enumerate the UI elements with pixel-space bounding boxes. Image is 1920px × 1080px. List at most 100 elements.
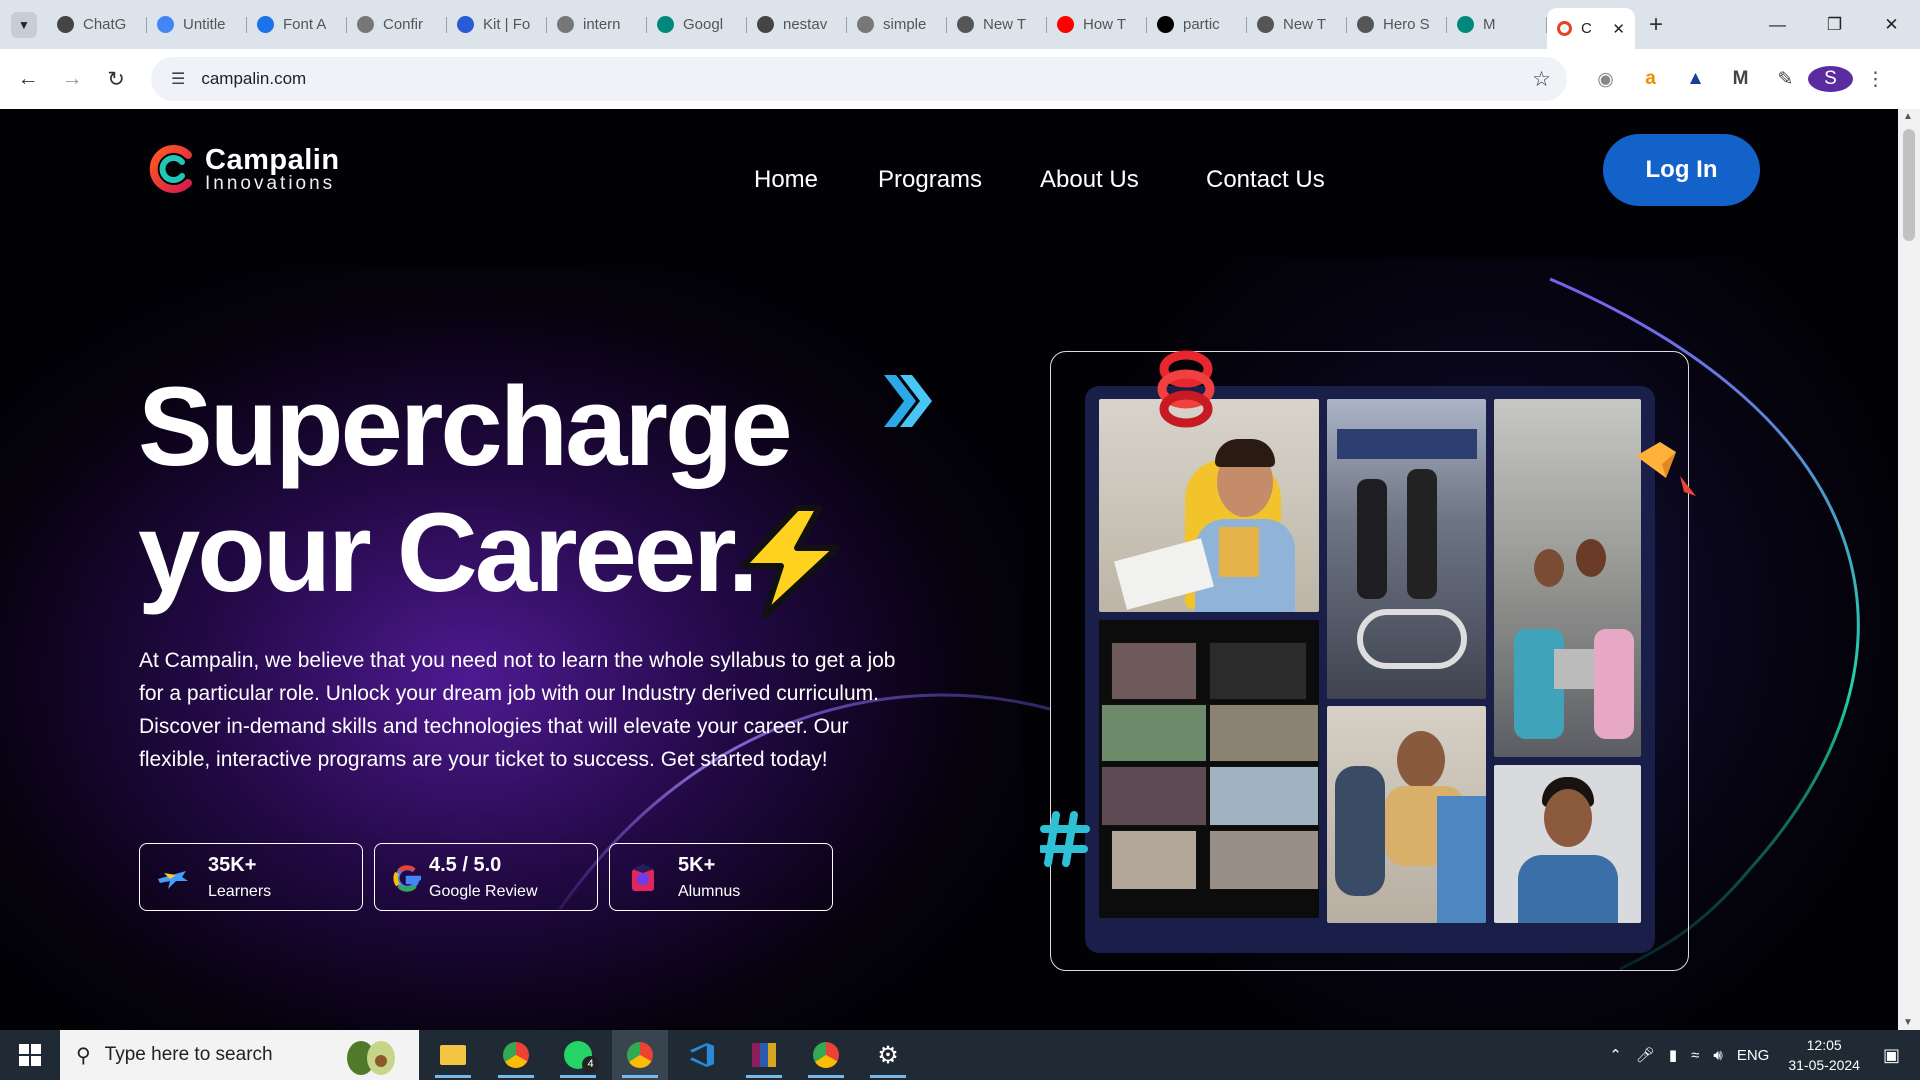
airplane-icon xyxy=(158,871,188,889)
browser-tab[interactable]: nestav xyxy=(747,8,847,42)
whatsapp-badge: 4 xyxy=(582,1056,599,1073)
description-line: Discover in-demand skills and technologi… xyxy=(139,715,849,738)
menu-kebab-icon[interactable]: ⋮ xyxy=(1853,68,1898,91)
nav-contact-us[interactable]: Contact Us xyxy=(1206,166,1325,194)
double-chevron-icon xyxy=(884,375,932,427)
site-logo[interactable]: Campalin Innovations xyxy=(148,145,340,193)
browser-tab[interactable]: ChatG xyxy=(47,8,147,42)
scrollbar-thumb[interactable] xyxy=(1903,129,1915,241)
meet-icon xyxy=(657,16,674,33)
url-text: campalin.com xyxy=(201,69,307,88)
scroll-up-icon[interactable]: ▲ xyxy=(1903,111,1913,122)
person-shape xyxy=(1437,796,1486,923)
language-indicator[interactable]: ENG xyxy=(1737,1047,1770,1064)
stat-label: Google Review xyxy=(429,883,538,900)
tab-title: New T xyxy=(1283,16,1327,33)
browser-tab[interactable]: New T xyxy=(1247,8,1347,42)
person-shape xyxy=(1357,479,1387,599)
amazon-extension-icon[interactable]: a xyxy=(1628,68,1673,90)
scroll-down-icon[interactable]: ▼ xyxy=(1903,1017,1913,1028)
tab-active[interactable]: C ✕ xyxy=(1547,8,1635,49)
chatgpt-icon xyxy=(757,16,774,33)
battery-icon[interactable]: ▮ xyxy=(1669,1046,1677,1064)
tab-title: Font A xyxy=(283,16,327,33)
site-info-icon[interactable]: ☰ xyxy=(171,69,185,89)
minimize-icon[interactable]: — xyxy=(1749,0,1806,49)
chrome-taskbar-icon[interactable] xyxy=(488,1030,544,1080)
wifi-icon[interactable]: ≈ xyxy=(1691,1047,1699,1064)
profile-avatar[interactable]: S xyxy=(1808,66,1853,92)
team-photo-robot xyxy=(1327,399,1486,699)
stat-card-alumnus: 5K+ Alumnus xyxy=(609,843,833,911)
browser-tab[interactable]: Hero S xyxy=(1347,8,1447,42)
tshirt-shape xyxy=(1518,855,1618,923)
chrome-alt-icon[interactable] xyxy=(798,1030,854,1080)
search-placeholder: Type here to search xyxy=(104,1044,273,1065)
reload-icon[interactable]: ↻ xyxy=(94,57,138,101)
close-tab-icon[interactable]: ✕ xyxy=(1612,20,1625,38)
tab-title: nestav xyxy=(783,16,828,33)
browser-tab[interactable]: How T xyxy=(1047,8,1147,42)
page-scrollbar[interactable]: ▲ ▼ xyxy=(1898,109,1920,1030)
logo-subtitle: Innovations xyxy=(205,172,336,194)
browser-tab[interactable]: M xyxy=(1447,8,1547,42)
video-tile xyxy=(1101,766,1207,826)
chevron-up-icon[interactable]: ⌃ xyxy=(1609,1046,1622,1064)
back-icon[interactable]: ← xyxy=(6,57,50,101)
extension-puzzle-blue-icon[interactable]: ▲ xyxy=(1673,68,1718,90)
chrome-profile-icon[interactable] xyxy=(612,1030,668,1080)
browser-tab[interactable]: Googl xyxy=(647,8,747,42)
gmail-extension-icon[interactable]: M xyxy=(1718,68,1763,90)
person-shape xyxy=(1407,469,1437,599)
browser-tab[interactable]: New T xyxy=(947,8,1047,42)
tab-title: New T xyxy=(983,16,1027,33)
forward-icon[interactable]: → xyxy=(50,57,94,101)
start-button[interactable] xyxy=(0,1030,60,1080)
close-window-icon[interactable]: ✕ xyxy=(1863,0,1920,49)
vscode-icon[interactable] xyxy=(674,1030,730,1080)
video-tile xyxy=(1101,704,1207,762)
settings-gear-icon[interactable]: ⚙ xyxy=(860,1030,916,1080)
browser-tab[interactable]: Font A xyxy=(247,8,347,42)
new-tab-button[interactable]: + xyxy=(1649,11,1663,39)
google-g-icon xyxy=(393,865,421,892)
taskbar-search-box[interactable]: ⚲ Type here to search xyxy=(60,1030,419,1080)
extensions-icon[interactable]: ✎ xyxy=(1763,68,1808,91)
video-call-grid xyxy=(1099,620,1319,918)
browser-tab[interactable]: partic xyxy=(1147,8,1247,42)
tab-title: simple xyxy=(883,16,927,33)
file-explorer-icon[interactable] xyxy=(425,1030,481,1080)
group-photo-campus xyxy=(1494,399,1641,757)
browser-tab[interactable]: intern xyxy=(547,8,647,42)
smiling-student-photo xyxy=(1494,765,1641,923)
avatar: S xyxy=(1808,66,1853,92)
browser-tab-strip: ▼ ChatG Untitle Font A Confir Kit | Fo intern… xyxy=(0,0,1920,49)
browser-tab[interactable]: simple xyxy=(847,8,947,42)
winrar-icon[interactable] xyxy=(736,1030,792,1080)
clock[interactable]: 12:05 31-05-2024 xyxy=(1788,1035,1860,1075)
restore-icon[interactable]: ❐ xyxy=(1806,0,1863,49)
nav-programs[interactable]: Programs xyxy=(878,166,982,194)
campalin-icon xyxy=(1557,21,1572,36)
notification-icon[interactable]: ▣ xyxy=(1883,1045,1900,1066)
nav-about-us[interactable]: About Us xyxy=(1040,166,1139,194)
tab-search-button[interactable]: ▼ xyxy=(11,11,37,38)
browser-tab[interactable]: Confir xyxy=(347,8,447,42)
whatsapp-icon[interactable]: 4 xyxy=(550,1030,606,1080)
notion-icon xyxy=(1157,16,1174,33)
nav-home[interactable]: Home xyxy=(754,166,818,194)
tab-title: Untitle xyxy=(183,16,226,33)
description-line: for a particular role. Unlock your dream… xyxy=(139,682,879,705)
browser-tab[interactable]: Untitle xyxy=(147,8,247,42)
stat-card-learners: 35K+ Learners xyxy=(139,843,363,911)
camera-icon[interactable]: ◉ xyxy=(1583,68,1628,91)
volume-icon[interactable]: 🔊︎ xyxy=(1713,1047,1722,1064)
login-button[interactable]: Log In xyxy=(1603,134,1760,206)
hair-shape xyxy=(1215,439,1275,467)
bookmark-star-icon[interactable]: ☆ xyxy=(1532,67,1551,92)
campalin-logo-icon xyxy=(149,145,192,193)
hero-headline: Supercharge your Career. xyxy=(138,364,793,616)
microphone-icon[interactable]: 🎤︎ xyxy=(1636,1046,1655,1064)
browser-tab[interactable]: Kit | Fo xyxy=(447,8,547,42)
address-bar[interactable]: ☰ campalin.com ☆ xyxy=(151,57,1567,101)
